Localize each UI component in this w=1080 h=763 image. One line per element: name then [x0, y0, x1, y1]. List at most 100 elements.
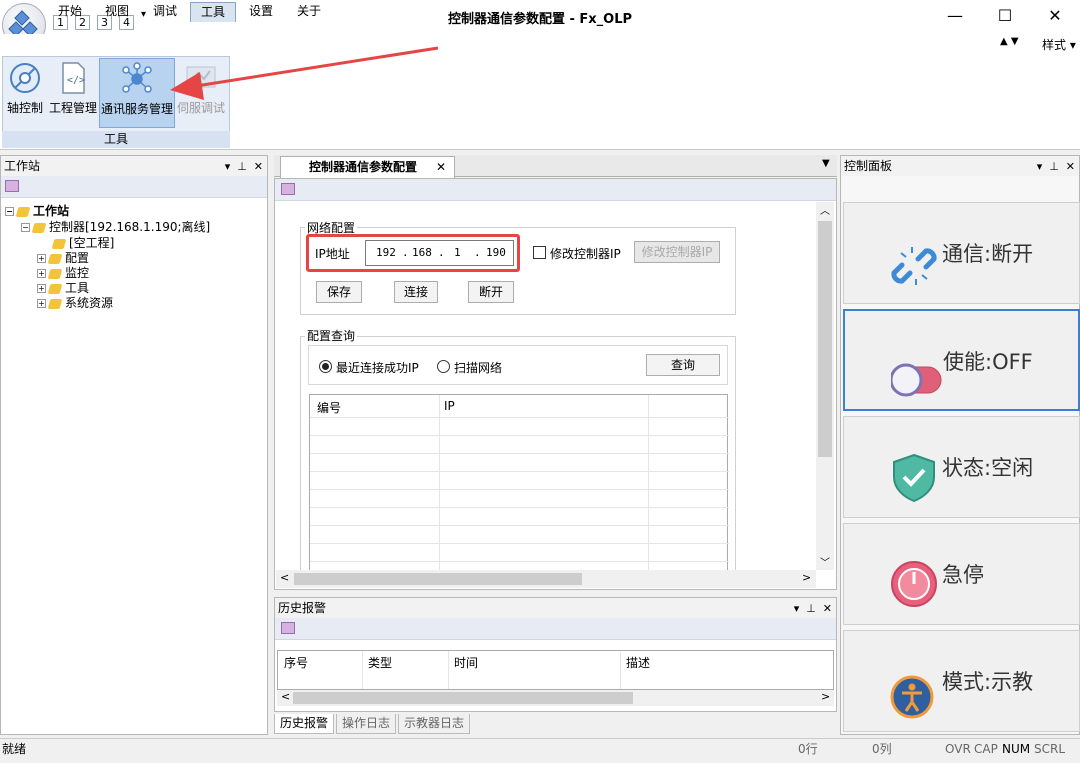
folder-icon: [47, 298, 63, 309]
tab-history-alarm[interactable]: 历史报警: [274, 714, 335, 734]
history-hscrollbar[interactable]: < >: [277, 690, 834, 706]
tree-label: 配置: [65, 251, 90, 265]
config-query-title: 配置查询: [305, 327, 358, 344]
modify-ip-checkbox[interactable]: [533, 246, 546, 259]
ip-octet-1[interactable]: 192: [376, 242, 396, 264]
workstation-title: 工作站: [4, 159, 41, 173]
mode-button[interactable]: 模式:示教: [843, 630, 1080, 732]
tree-node-empty-project[interactable]: [空工程]: [51, 236, 115, 251]
workstation-toolbar: [1, 176, 267, 198]
doc-tab-comm-config[interactable]: 控制器通信参数配置 ✕: [280, 156, 455, 178]
pane-controls[interactable]: ▾ ⊥ ✕: [1037, 157, 1075, 177]
doc-toolbar: [275, 179, 836, 201]
tab-operation-log[interactable]: 操作日志: [336, 714, 397, 734]
scroll-right-icon[interactable]: >: [802, 571, 811, 584]
column-header-number[interactable]: 编号: [317, 399, 341, 416]
toggle-off-icon: [889, 341, 942, 397]
scroll-thumb-h[interactable]: [293, 692, 633, 704]
person-mode-icon: [890, 661, 938, 719]
scroll-left-icon[interactable]: <: [280, 571, 289, 584]
properties-icon[interactable]: [281, 622, 295, 634]
collapse-icon[interactable]: −: [5, 207, 14, 216]
shield-check-icon: [890, 445, 938, 503]
tree-label: 工作站: [33, 204, 70, 218]
history-title: 历史报警: [278, 601, 327, 615]
column-header-ip[interactable]: IP: [444, 399, 455, 413]
radio-scan-network-label: 扫描网络: [454, 361, 503, 375]
column-header-desc[interactable]: 描述: [626, 654, 650, 671]
column-header-seq[interactable]: 序号: [284, 654, 308, 671]
tree-node-config[interactable]: + 配置: [37, 251, 89, 266]
ip-dot: .: [402, 246, 409, 259]
modify-ip-button[interactable]: 修改控制器IP: [634, 241, 720, 263]
ip-dot: .: [438, 246, 445, 259]
tab-teach-pendant-log[interactable]: 示教器日志: [398, 714, 471, 734]
mode-label: 模式:示教: [942, 670, 1034, 694]
scroll-left-icon[interactable]: <: [281, 690, 290, 703]
expand-icon[interactable]: +: [37, 254, 46, 263]
control-panel-header: 控制面板 ▾ ⊥ ✕: [841, 156, 1079, 176]
emergency-stop-label: 急停: [942, 563, 984, 587]
tree-node-tools[interactable]: + 工具: [37, 281, 89, 296]
tree-label: 系统资源: [65, 296, 114, 310]
connect-button[interactable]: 连接: [394, 281, 438, 303]
ip-result-table[interactable]: 编号 IP: [309, 394, 729, 573]
properties-icon[interactable]: [5, 180, 19, 192]
folder-icon: [31, 222, 47, 233]
status-col: 0列: [872, 742, 892, 756]
disconnect-button[interactable]: 断开: [468, 281, 514, 303]
history-header: 历史报警 ▾ ⊥ ✕: [275, 598, 836, 618]
tab-list-dropdown-icon[interactable]: ▼: [822, 158, 830, 169]
emergency-stop-button[interactable]: 急停: [843, 523, 1080, 625]
save-button[interactable]: 保存: [316, 281, 362, 303]
tree-node-monitor[interactable]: + 监控: [37, 266, 89, 281]
workstation-pane: 工作站 ▾ ⊥ ✕ − 工作站 − 控制器[192.168.1.190;离线] [空…: [0, 155, 268, 735]
tree-label: [空工程]: [69, 236, 115, 250]
state-status-button[interactable]: 状态:空闲: [843, 416, 1080, 518]
ip-octet-2[interactable]: 168: [412, 242, 432, 264]
ip-octet-3[interactable]: 1: [454, 242, 461, 264]
scroll-thumb-h[interactable]: [294, 573, 582, 585]
scroll-thumb[interactable]: [818, 221, 832, 457]
folder-icon: [47, 268, 63, 279]
radio-recent-ip-label: 最近连接成功IP: [336, 361, 419, 375]
control-panel-title: 控制面板: [844, 159, 893, 173]
history-table[interactable]: 序号 类型 时间 描述: [277, 650, 834, 690]
scroll-up-icon[interactable]: ︿: [816, 202, 834, 217]
query-button[interactable]: 查询: [646, 354, 720, 376]
folder-icon: [15, 206, 31, 217]
vertical-scrollbar[interactable]: ︿ ﹀: [816, 202, 834, 570]
column-header-type[interactable]: 类型: [368, 654, 392, 671]
pane-controls[interactable]: ▾ ⊥ ✕: [794, 599, 832, 619]
expand-icon[interactable]: +: [37, 299, 46, 308]
properties-icon[interactable]: [281, 183, 295, 195]
enable-status-label: 使能:OFF: [943, 350, 1033, 374]
scroll-down-icon[interactable]: ﹀: [820, 554, 830, 569]
tree-label: 控制器[192.168.1.190;离线]: [49, 220, 211, 234]
comm-status-button[interactable]: 通信:断开: [843, 202, 1080, 304]
status-row: 0行: [798, 742, 818, 756]
column-header-time[interactable]: 时间: [454, 654, 478, 671]
ip-address-input[interactable]: 192 . 168 . 1 . 190: [365, 240, 514, 266]
tree-node-workstation[interactable]: − 工作站: [5, 204, 69, 219]
expand-icon[interactable]: +: [37, 284, 46, 293]
enable-toggle-button[interactable]: 使能:OFF: [843, 309, 1080, 411]
radio-scan-network[interactable]: [437, 360, 450, 373]
ip-dot: .: [474, 246, 481, 259]
tree-node-system-resources[interactable]: + 系统资源: [37, 296, 113, 311]
status-cap: CAP: [974, 742, 998, 756]
horizontal-scrollbar[interactable]: < >: [276, 570, 816, 588]
ip-octet-4[interactable]: 190: [486, 242, 506, 264]
tree-node-controller[interactable]: − 控制器[192.168.1.190;离线]: [21, 220, 210, 235]
scroll-right-icon[interactable]: >: [821, 690, 830, 703]
radio-recent-ip[interactable]: [319, 360, 332, 373]
tree-label: 工具: [65, 281, 90, 295]
status-num: NUM: [1002, 742, 1031, 756]
expand-icon[interactable]: +: [37, 269, 46, 278]
collapse-icon[interactable]: −: [21, 223, 30, 232]
workstation-header: 工作站 ▾ ⊥ ✕: [1, 156, 267, 176]
close-tab-icon[interactable]: ✕: [436, 157, 446, 178]
folder-icon: [47, 253, 63, 264]
pane-controls[interactable]: ▾ ⊥ ✕: [225, 157, 263, 177]
status-ovr: OVR: [945, 742, 971, 756]
